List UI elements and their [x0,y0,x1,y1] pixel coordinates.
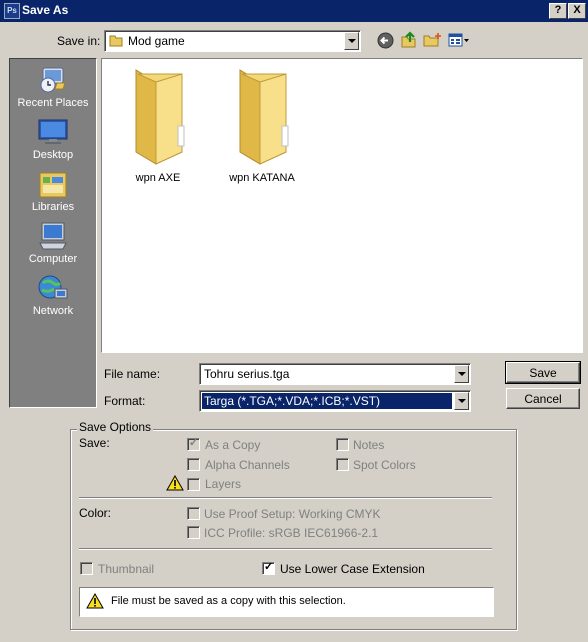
spot-colors-label: Spot Colors [353,458,416,472]
save-button[interactable]: Save [505,361,581,384]
cancel-button[interactable]: Cancel [506,388,580,409]
warning-icon [86,593,104,609]
as-a-copy-checkbox[interactable]: ✓ [187,437,200,451]
save-in-dropdown[interactable]: Mod game [104,30,361,52]
desktop-icon [38,119,68,144]
folder-name: wpn KATANA [229,172,295,184]
save-in-label: Save in: [57,34,101,48]
thumbnail-checkbox[interactable] [80,562,93,575]
libraries-icon [39,172,67,198]
place-label: Recent Places [17,97,89,109]
notes-checkbox[interactable] [336,438,349,451]
folder-icon [109,35,123,47]
use-proof-setup-label: Use Proof Setup: Working CMYK [204,507,381,521]
alpha-channels-checkbox[interactable] [187,458,200,471]
format-label: Format: [104,394,146,408]
spot-colors-checkbox[interactable] [336,458,349,471]
folder-icon [239,69,289,165]
file-name-label: File name: [104,367,161,381]
place-label: Computer [28,253,78,265]
place-label: Network [32,305,74,317]
new-folder-icon[interactable] [423,32,442,48]
file-name-input[interactable]: Tohru serius.tga [199,363,471,385]
divider [79,497,492,499]
save-options-title: Save Options [77,420,154,434]
save-in-value: Mod game [128,34,185,48]
close-button[interactable]: X [568,3,586,19]
file-name-value: Tohru serius.tga [204,367,290,381]
thumbnail-label: Thumbnail [98,562,155,576]
view-menu-icon[interactable] [448,33,470,48]
window-title: Save As [22,3,69,17]
as-a-copy-label: As a Copy [205,438,261,452]
network-icon [38,275,68,299]
notes-label: Notes [353,438,385,452]
layers-label: Layers [205,477,242,491]
place-label: Desktop [32,149,74,161]
help-button[interactable]: ? [549,3,567,19]
places-bar: Recent Places Desktop Libraries Computer [9,58,97,408]
alpha-channels-label: Alpha Channels [205,458,290,472]
chevron-down-icon[interactable] [454,365,469,383]
photoshop-app-icon: Ps [4,3,20,19]
file-list[interactable]: wpn AXE wpn KATANA [101,58,583,353]
title-bar[interactable]: Ps Save As ? X [0,0,588,22]
recent-places-icon [40,67,66,93]
lowercase-extension-label: Use Lower Case Extension [280,562,425,576]
warning-icon [166,475,184,491]
back-icon[interactable] [377,32,394,49]
computer-icon [39,222,67,250]
icc-profile-label: ICC Profile: sRGB IEC61966-2.1 [204,526,379,540]
up-folder-icon[interactable] [400,31,417,49]
icc-profile-checkbox[interactable] [187,526,200,539]
folder-icon [135,69,185,165]
format-dropdown[interactable]: Targa (*.TGA;*.VDA;*.ICB;*.VST) [199,390,471,412]
color-label: Color: [79,506,112,520]
folder-name: wpn AXE [135,172,181,184]
place-label: Libraries [31,201,75,213]
layers-checkbox[interactable] [187,478,200,491]
lowercase-extension-checkbox[interactable]: ✓ [262,561,275,575]
use-proof-setup-checkbox[interactable] [187,507,200,520]
save-label: Save: [79,436,110,450]
warning-text: File must be saved as a copy with this s… [111,595,346,607]
chevron-down-icon[interactable] [454,392,469,410]
chevron-down-icon[interactable] [344,32,359,50]
format-value: Targa (*.TGA;*.VDA;*.ICB;*.VST) [204,394,381,408]
warning-message-box: File must be saved as a copy with this s… [79,587,494,617]
divider [79,548,492,550]
